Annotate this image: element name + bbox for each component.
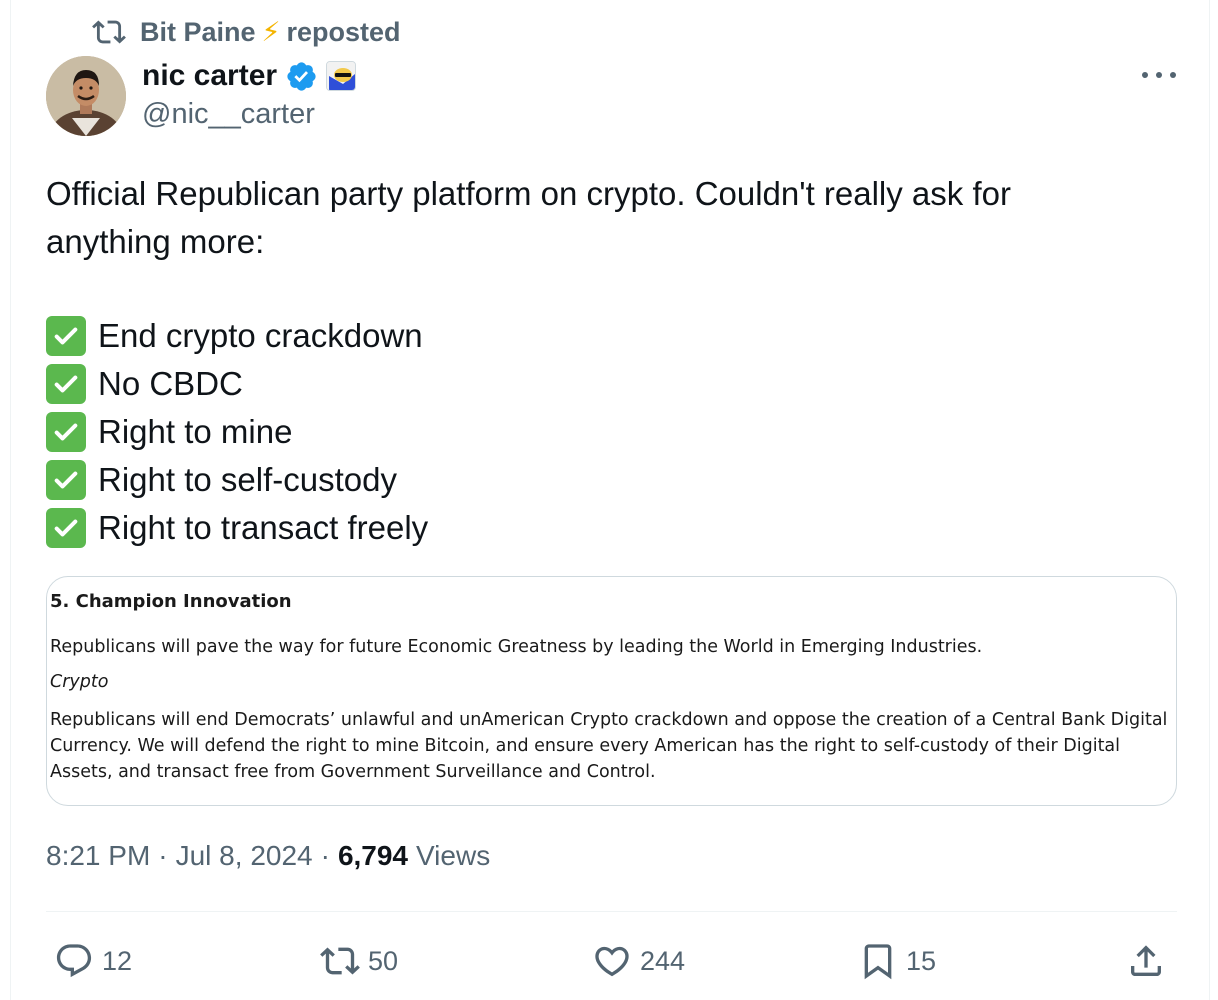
more-options-button[interactable] bbox=[1142, 62, 1176, 88]
views-label: Views bbox=[416, 840, 491, 871]
like-count: 244 bbox=[640, 945, 686, 976]
checklist-item: Right to self-custody bbox=[46, 456, 428, 504]
check-mark-icon bbox=[46, 316, 86, 356]
separator-dot: · bbox=[320, 840, 330, 871]
avatar[interactable] bbox=[46, 56, 126, 136]
verified-badge-icon[interactable] bbox=[285, 60, 318, 93]
affiliation-badge-icon[interactable] bbox=[326, 61, 357, 91]
divider bbox=[46, 911, 1177, 912]
view-count: 6,794 bbox=[337, 840, 409, 871]
tweet-text-line: anything more: bbox=[46, 223, 265, 260]
excerpt-heading: 5. Champion Innovation bbox=[50, 591, 292, 612]
tweet-text-line: Official Republican party platform on cr… bbox=[46, 175, 1011, 212]
tweet-checklist: End crypto crackdown No CBDC Right to mi… bbox=[46, 312, 428, 552]
tweet-meta: 8:21 PM · Jul 8, 2024 · 6,794 Views bbox=[46, 840, 490, 872]
reply-button[interactable]: 12 bbox=[54, 936, 132, 986]
more-dot-icon bbox=[1142, 72, 1148, 78]
check-mark-icon bbox=[46, 412, 86, 452]
author-name[interactable]: nic carter bbox=[142, 59, 277, 93]
checklist-item: Right to mine bbox=[46, 408, 428, 456]
lightning-emoji: ⚡ bbox=[261, 16, 281, 47]
check-mark-icon bbox=[46, 508, 86, 548]
more-dot-icon bbox=[1156, 72, 1162, 78]
repost-count: 50 bbox=[368, 945, 399, 976]
check-mark-icon bbox=[46, 460, 86, 500]
author-handle[interactable]: @nic__carter bbox=[142, 98, 315, 131]
checklist-item-text: No CBDC bbox=[98, 365, 243, 402]
checklist-item-text: End crypto crackdown bbox=[98, 317, 423, 354]
repost-label: reposted bbox=[286, 16, 401, 47]
checklist-item: No CBDC bbox=[46, 360, 428, 408]
tweet-text: Official Republican party platform on cr… bbox=[46, 170, 1186, 266]
share-icon bbox=[1131, 945, 1161, 976]
action-bar: 12 50 244 15 bbox=[46, 936, 1177, 986]
checklist-item-text: Right to self-custody bbox=[98, 461, 397, 498]
excerpt-paragraph: Republicans will pave the way for future… bbox=[50, 637, 983, 657]
tweet-date[interactable]: Jul 8, 2024 bbox=[176, 840, 313, 872]
tweet-time[interactable]: 8:21 PM bbox=[46, 840, 150, 872]
repost-button[interactable]: 50 bbox=[320, 936, 398, 986]
bookmark-icon bbox=[864, 944, 892, 980]
checklist-item-text: Right to mine bbox=[98, 413, 293, 450]
share-button[interactable] bbox=[1126, 936, 1174, 986]
separator-dot: · bbox=[158, 840, 168, 871]
avatar-image bbox=[46, 56, 126, 136]
attached-image[interactable]: 5. Champion Innovation Republicans will … bbox=[46, 576, 1177, 806]
checklist-item: End crypto crackdown bbox=[46, 312, 428, 360]
more-dot-icon bbox=[1170, 72, 1176, 78]
repost-indicator[interactable]: Bit Paine ⚡ reposted bbox=[92, 14, 401, 50]
excerpt-paragraph: Republicans will end Democrats’ unlawful… bbox=[50, 710, 1168, 782]
bookmark-button[interactable]: 15 bbox=[858, 936, 936, 986]
bookmark-count: 15 bbox=[906, 945, 937, 976]
author-name-row[interactable]: nic carter bbox=[142, 56, 357, 96]
repost-user[interactable]: Bit Paine bbox=[140, 17, 256, 48]
like-button[interactable]: 244 bbox=[592, 936, 685, 986]
checklist-item-text: Right to transact freely bbox=[98, 509, 429, 546]
check-mark-icon bbox=[46, 364, 86, 404]
checklist-item: Right to transact freely bbox=[46, 504, 428, 552]
repost-icon bbox=[92, 20, 126, 44]
document-excerpt: 5. Champion Innovation Republicans will … bbox=[50, 591, 1174, 785]
heart-icon bbox=[595, 946, 629, 977]
repost-icon bbox=[320, 947, 360, 975]
reply-count: 12 bbox=[102, 945, 133, 976]
excerpt-subheading: Crypto bbox=[50, 672, 109, 692]
reply-icon bbox=[56, 944, 92, 978]
